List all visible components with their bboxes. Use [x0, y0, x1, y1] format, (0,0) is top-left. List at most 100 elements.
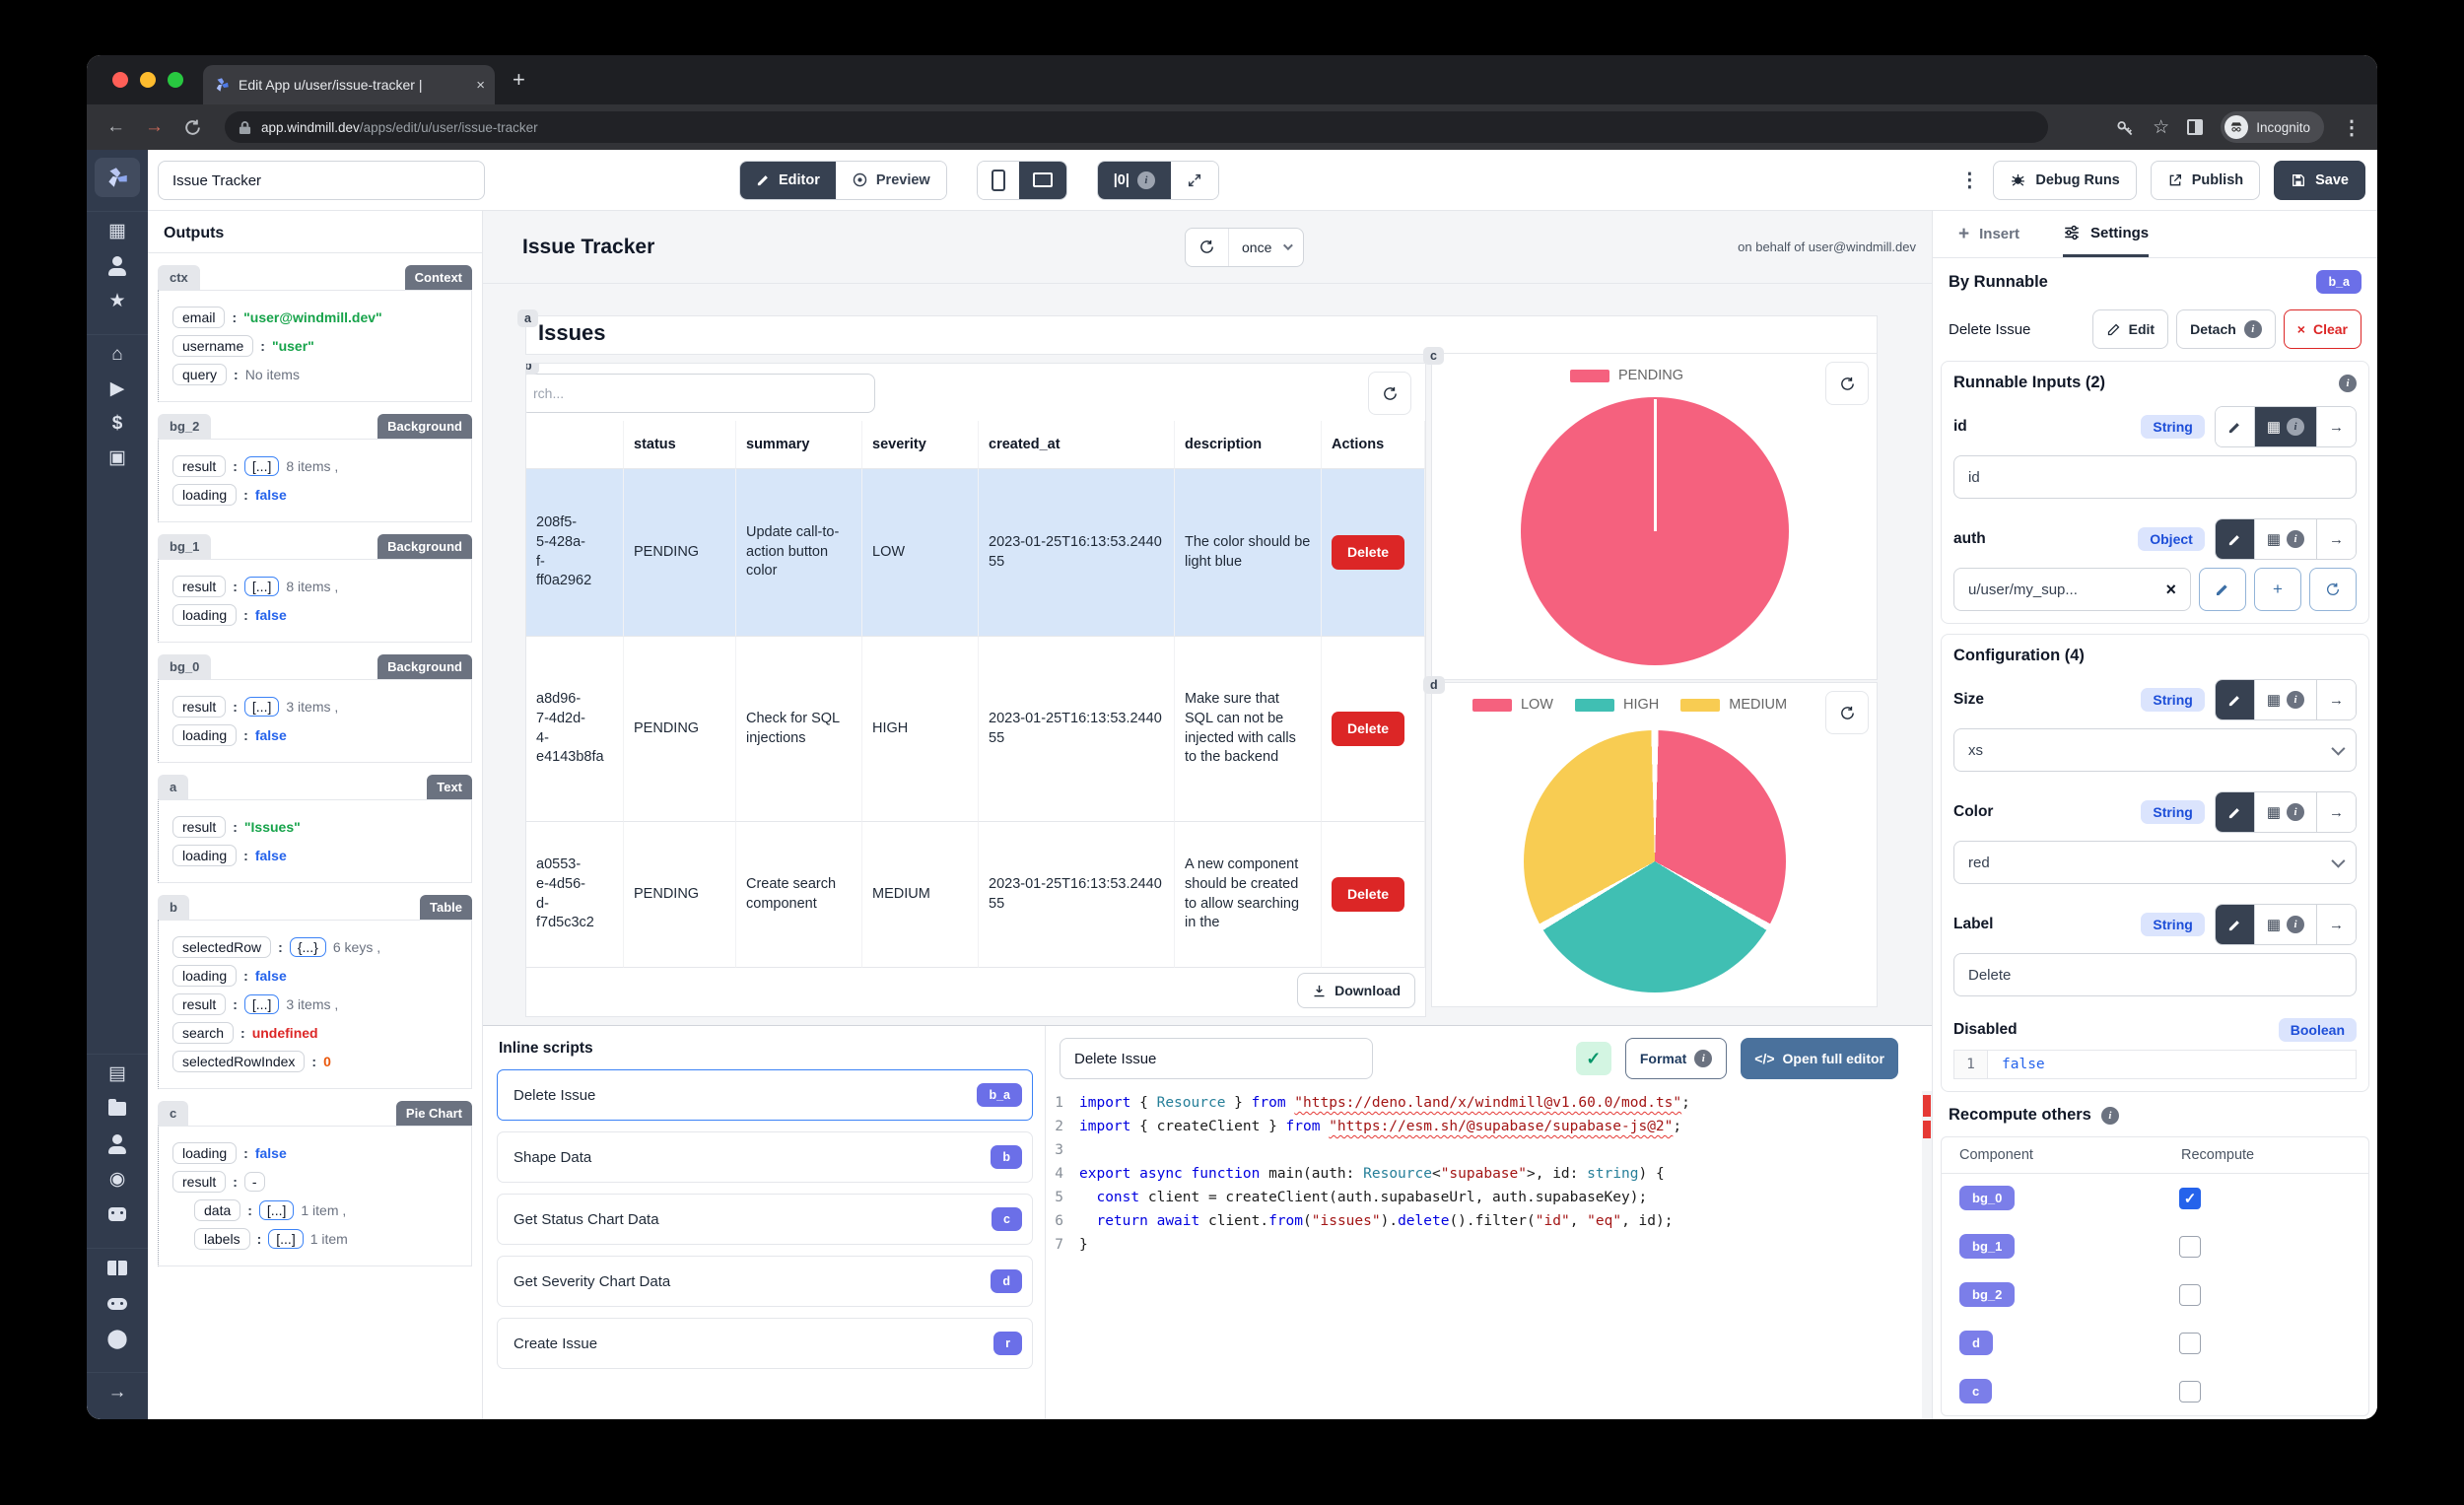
mobile-view-button[interactable] [978, 162, 1019, 199]
legend-item[interactable]: PENDING [1570, 368, 1683, 383]
cell-status[interactable]: PENDING [624, 469, 736, 637]
static-mode-button[interactable] [2216, 680, 2254, 719]
legend-item[interactable]: HIGH [1575, 697, 1659, 713]
col-header-status[interactable]: status [624, 421, 736, 469]
connect-mode-button[interactable]: ▦i [2254, 680, 2316, 719]
eval-mode-button[interactable]: → [2316, 905, 2356, 944]
open-full-editor-button[interactable]: </>Open full editor [1741, 1038, 1898, 1079]
browser-tab[interactable]: Edit App u/user/issue-tracker | × [203, 65, 495, 104]
script-item[interactable]: Get Severity Chart Datad [497, 1256, 1033, 1307]
reload-icon[interactable] [183, 118, 202, 137]
output-key[interactable]: loading [172, 484, 237, 506]
severity-pie[interactable] [1524, 730, 1786, 992]
eval-mode-button[interactable]: → [2316, 407, 2356, 446]
output-id-tab[interactable]: bg_2 [158, 414, 211, 439]
cell-description[interactable]: A new component should be created to all… [1175, 822, 1322, 968]
tab-insert[interactable]: +Insert [1958, 211, 2019, 257]
output-key[interactable]: selectedRow [172, 936, 271, 958]
output-key[interactable]: loading [172, 604, 237, 626]
cell-summary[interactable]: Create search component [736, 822, 862, 968]
incognito-badge[interactable]: Incognito [2221, 111, 2324, 143]
detach-button[interactable]: Detachi [2176, 309, 2276, 349]
minimize-window-button[interactable] [140, 72, 156, 88]
text-component[interactable]: a Issues [525, 315, 1878, 355]
back-icon[interactable]: ← [106, 116, 125, 138]
recompute-checkbox[interactable] [2179, 1381, 2201, 1402]
col-header-summary[interactable]: summary [736, 421, 862, 469]
pie-chart-status-component[interactable]: c PENDING [1431, 353, 1878, 680]
output-id-tab[interactable]: a [158, 775, 188, 799]
runs-icon[interactable]: ▶ [110, 379, 125, 398]
color-select[interactable]: red [1953, 841, 2357, 884]
app-refresh-button[interactable] [1186, 229, 1228, 266]
output-id-tab[interactable]: ctx [158, 265, 200, 290]
array-chip[interactable]: [...] [244, 697, 279, 717]
url-field[interactable]: app.windmill.dev/apps/edit/u/user/issue-… [225, 111, 2048, 143]
recompute-checkbox[interactable] [2179, 1333, 2201, 1354]
discord-icon[interactable] [107, 1294, 127, 1314]
col-header-actions[interactable]: Actions [1322, 421, 1425, 469]
recompute-checkbox[interactable] [2179, 1236, 2201, 1258]
connect-mode-button[interactable]: ▦i [2254, 407, 2316, 446]
table-component[interactable]: b rch... status summary severity created… [525, 363, 1426, 1017]
cell-status[interactable]: PENDING [624, 637, 736, 822]
output-key[interactable]: result [172, 576, 226, 597]
maximize-window-button[interactable] [168, 72, 183, 88]
static-mode-button[interactable] [2216, 905, 2254, 944]
folders-icon[interactable] [107, 1099, 127, 1119]
close-window-button[interactable] [112, 72, 128, 88]
side-panel-icon[interactable] [2187, 119, 2203, 135]
refresh-mode-select[interactable]: once [1228, 229, 1303, 266]
cell-id[interactable]: a8d96- 7-4d2d- 4- e4143b8fa [526, 637, 624, 822]
add-resource-button[interactable]: + [2254, 568, 2301, 611]
cell-created-at[interactable]: 2023-01-25T16:13:53.244055 [979, 637, 1175, 822]
static-mode-button[interactable] [2216, 519, 2254, 559]
static-mode-button[interactable] [2216, 792, 2254, 832]
overview-ruler[interactable] [1922, 1091, 1932, 1419]
home-icon[interactable]: ⌂ [111, 345, 122, 364]
edit-runnable-button[interactable]: Edit [2092, 309, 2168, 349]
output-key[interactable]: search [172, 1022, 234, 1044]
eval-mode-button[interactable]: → [2316, 792, 2356, 832]
col-header-id[interactable] [526, 421, 624, 469]
connect-mode-button[interactable]: ▦i [2254, 792, 2316, 832]
collapse-arrow-icon[interactable]: → [108, 1383, 127, 1402]
object-chip[interactable]: {...} [290, 937, 326, 957]
output-key[interactable]: result [172, 696, 226, 718]
output-key[interactable]: email [172, 307, 225, 328]
array-chip[interactable]: [...] [244, 577, 279, 596]
pie-chart-severity-component[interactable]: d LOW HIGH MEDIUM [1431, 682, 1878, 1007]
clear-resource-icon[interactable]: × [2165, 580, 2176, 600]
label-input[interactable]: Delete [1953, 953, 2357, 996]
outputs-toggle-button[interactable]: |0| i [1098, 162, 1171, 199]
legend-item[interactable]: LOW [1472, 697, 1553, 713]
bookmark-star-icon[interactable]: ☆ [2153, 116, 2169, 139]
schedules-icon[interactable]: ▤ [108, 1064, 126, 1083]
eval-mode-button[interactable]: → [2316, 680, 2356, 719]
cell-severity[interactable]: HIGH [862, 637, 979, 822]
disabled-expression-editor[interactable]: 1 false [1953, 1050, 2357, 1079]
delete-row-button[interactable]: Delete [1332, 535, 1404, 570]
component-tag[interactable]: a [517, 309, 538, 327]
col-header-created-at[interactable]: created_at [979, 421, 1175, 469]
desktop-view-button[interactable] [1019, 162, 1066, 199]
github-icon[interactable]: ⬤ [106, 1330, 127, 1348]
output-id-tab[interactable]: c [158, 1101, 188, 1126]
variables-icon[interactable]: $ [112, 414, 123, 433]
fullscreen-button[interactable] [1171, 162, 1218, 199]
cell-summary[interactable]: Check for SQL injections [736, 637, 862, 822]
eval-mode-button[interactable]: → [2316, 519, 2356, 559]
legend-item[interactable]: MEDIUM [1680, 697, 1787, 713]
component-badge[interactable]: bg_2 [1959, 1282, 2015, 1307]
script-item[interactable]: Delete Issueb_a [497, 1069, 1033, 1121]
output-id-tab[interactable]: bg_1 [158, 534, 211, 559]
empty-chip[interactable]: - [244, 1172, 265, 1192]
component-tag[interactable]: c [1423, 347, 1444, 365]
output-key[interactable]: result [172, 993, 226, 1015]
delete-row-button[interactable]: Delete [1332, 877, 1404, 912]
cell-created-at[interactable]: 2023-01-25T16:13:53.244055 [979, 822, 1175, 968]
workers-robot-icon[interactable] [107, 1204, 127, 1224]
array-chip[interactable]: [...] [244, 994, 279, 1014]
script-item[interactable]: Get Status Chart Datac [497, 1194, 1033, 1245]
component-badge[interactable]: bg_0 [1959, 1186, 2015, 1210]
